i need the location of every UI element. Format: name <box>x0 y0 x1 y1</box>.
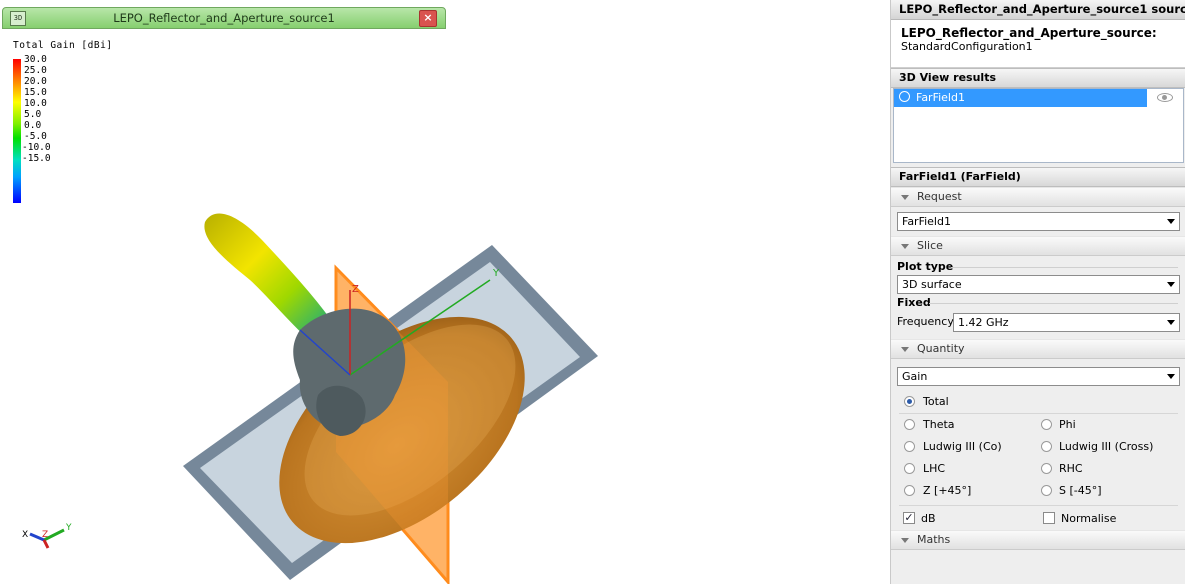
configuration-sub: StandardConfiguration1 <box>901 40 1033 53</box>
normalise-label: Normalise <box>1061 512 1117 525</box>
slice-label: Slice <box>917 239 943 252</box>
radio-ludwig-cross[interactable] <box>1041 441 1052 452</box>
collapse-triangle-icon <box>901 194 909 200</box>
radio-s45[interactable] <box>1041 485 1052 496</box>
radio-z45-label: Z [+45°] <box>923 484 972 497</box>
request-group-header[interactable]: Request <box>891 187 1185 207</box>
configuration-info: LEPO_Reflector_and_Aperture_source: Stan… <box>891 20 1185 68</box>
frequency-label: Frequency <box>897 315 954 328</box>
request-select[interactable]: FarField1 <box>897 212 1180 231</box>
plot-type-select[interactable]: 3D surface <box>897 275 1180 294</box>
dropdown-arrow-icon <box>1167 320 1175 325</box>
results-list[interactable]: FarField1 <box>893 88 1184 163</box>
component-row: Total <box>891 391 1185 413</box>
radio-lhc-label: LHC <box>923 462 946 475</box>
frequency-row: Frequency 1.42 GHz <box>891 311 1185 335</box>
radio-rhc-label: RHC <box>1059 462 1083 475</box>
db-label: dB <box>921 512 936 525</box>
radio-ludwig-co-label: Ludwig III (Co) <box>923 440 1002 453</box>
radio-total[interactable] <box>904 396 915 407</box>
fixed-label: Fixed <box>891 295 1185 311</box>
panel-title: LEPO_Reflector_and_Aperture_source1 sour… <box>891 0 1185 20</box>
collapse-triangle-icon <box>901 243 909 249</box>
triad-x-label: X <box>22 530 28 540</box>
plot-type-value: 3D surface <box>902 278 962 291</box>
farfield-pattern <box>204 213 406 436</box>
quantity-value: Gain <box>902 370 928 383</box>
results-heading: 3D View results <box>891 68 1185 88</box>
dropdown-arrow-icon <box>1167 219 1175 224</box>
db-checkbox[interactable]: ✓ <box>903 512 915 524</box>
radio-phi[interactable] <box>1041 419 1052 430</box>
plot-type-label: Plot type <box>891 259 1185 275</box>
collapse-triangle-icon <box>901 537 909 543</box>
plot-type-text: Plot type <box>897 260 954 273</box>
configuration-name: LEPO_Reflector_and_Aperture_source: <box>901 26 1157 40</box>
radio-theta[interactable] <box>904 419 915 430</box>
radio-total-label: Total <box>923 395 949 408</box>
radio-ludwig-cross-label: Ludwig III (Cross) <box>1059 440 1154 453</box>
slice-group-header[interactable]: Slice <box>891 236 1185 256</box>
radio-theta-label: Theta <box>923 418 955 431</box>
radio-ludwig-co[interactable] <box>904 441 915 452</box>
3d-view-window[interactable]: 3D LEPO_Reflector_and_Aperture_source1 ×… <box>0 0 884 584</box>
result-item-farfield1[interactable]: FarField1 <box>894 89 1147 107</box>
fixed-text: Fixed <box>897 296 931 309</box>
frequency-select[interactable]: 1.42 GHz <box>953 313 1180 332</box>
radio-lhc[interactable] <box>904 463 915 474</box>
dropdown-arrow-icon <box>1167 282 1175 287</box>
component-row: Ludwig III (Co) Ludwig III (Cross) <box>891 436 1185 458</box>
component-row: Z [+45°] S [-45°] <box>891 480 1185 502</box>
request-label: Request <box>917 190 962 203</box>
maths-label: Maths <box>917 533 951 546</box>
result-item-label: FarField1 <box>916 91 965 104</box>
triad-z-label: Z <box>42 530 48 540</box>
radio-rhc[interactable] <box>1041 463 1052 474</box>
frequency-value: 1.42 GHz <box>958 316 1009 329</box>
properties-heading: FarField1 (FarField) <box>891 167 1185 187</box>
3d-scene[interactable]: Y Z X Z Y <box>0 0 884 584</box>
properties-panel: LEPO_Reflector_and_Aperture_source1 sour… <box>890 0 1185 584</box>
radio-phi-label: Phi <box>1059 418 1076 431</box>
farfield-result-icon <box>899 91 910 102</box>
quantity-select[interactable]: Gain <box>897 367 1180 386</box>
scene-axis-z-label: Z <box>352 284 359 295</box>
triad-y-label: Y <box>65 523 72 533</box>
quantity-group-header[interactable]: Quantity <box>891 339 1185 359</box>
radio-s45-label: S [-45°] <box>1059 484 1102 497</box>
component-row: Theta Phi <box>891 414 1185 436</box>
collapse-triangle-icon <box>901 346 909 352</box>
request-value: FarField1 <box>902 215 951 228</box>
dropdown-arrow-icon <box>1167 374 1175 379</box>
normalise-checkbox[interactable] <box>1043 512 1055 524</box>
scene-axis-y-label: Y <box>492 268 500 279</box>
component-row: LHC RHC <box>891 458 1185 480</box>
radio-z45[interactable] <box>904 485 915 496</box>
quantity-label: Quantity <box>917 342 965 355</box>
axes-triad: X Z Y <box>22 523 72 549</box>
options-row: ✓ dB Normalise <box>891 506 1185 530</box>
maths-group-header[interactable]: Maths <box>891 530 1185 550</box>
visibility-eye-icon[interactable] <box>1157 93 1173 102</box>
